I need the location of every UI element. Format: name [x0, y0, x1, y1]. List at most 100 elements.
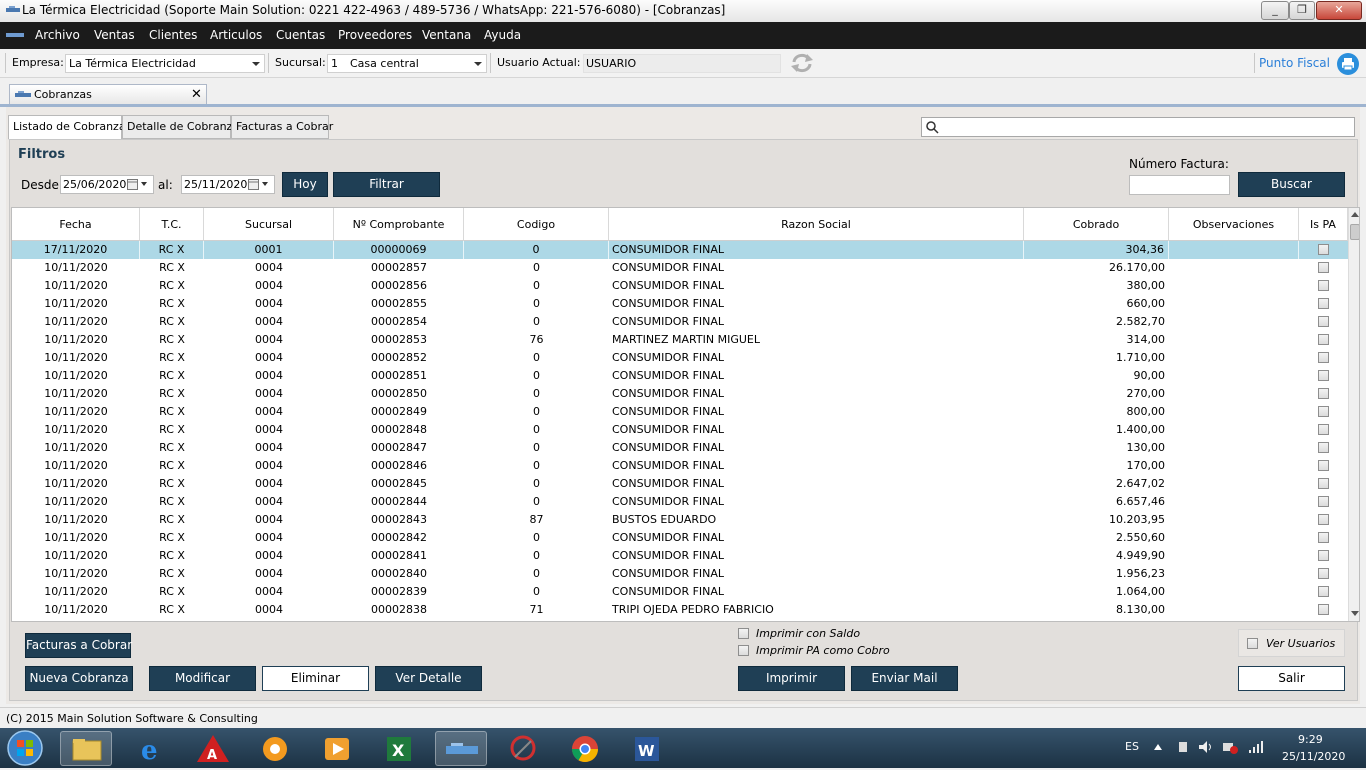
- column-header-tc[interactable]: T.C.: [140, 208, 204, 241]
- table-row[interactable]: 10/11/2020 RC X 0004 00002847 0 CONSUMIDOR FI…: [12, 439, 1349, 457]
- is-pa-checkbox[interactable]: [1318, 550, 1329, 561]
- column-header-cobrado[interactable]: Cobrado: [1024, 208, 1169, 241]
- menu-ventana[interactable]: Ventana: [422, 28, 471, 42]
- calendar-dropdown-icon[interactable]: [127, 179, 149, 190]
- is-pa-checkbox[interactable]: [1318, 496, 1329, 507]
- search-input[interactable]: [921, 117, 1355, 137]
- column-header-obs[interactable]: Observaciones: [1169, 208, 1299, 241]
- is-pa-checkbox[interactable]: [1318, 298, 1329, 309]
- enviar-mail-button[interactable]: Enviar Mail: [851, 666, 958, 691]
- table-row[interactable]: 10/11/2020 RC X 0004 00002839 0 CONSUMIDOR FI…: [12, 583, 1349, 601]
- filtrar-button[interactable]: Filtrar: [333, 172, 440, 197]
- column-header-razon[interactable]: Razon Social: [609, 208, 1024, 241]
- punto-fiscal-link[interactable]: Punto Fiscal: [1259, 56, 1330, 70]
- main-solution-app-icon[interactable]: [435, 731, 487, 766]
- table-scrollbar[interactable]: [1348, 208, 1359, 621]
- facturas-a-cobrar-button[interactable]: Facturas a Cobrar: [25, 633, 132, 658]
- snipping-tool-icon[interactable]: [497, 731, 549, 766]
- device-tray-icon[interactable]: [1176, 740, 1190, 754]
- table-row[interactable]: 10/11/2020 RC X 0004 00002846 0 CONSUMIDOR FI…: [12, 457, 1349, 475]
- table-row[interactable]: 10/11/2020 RC X 0004 00002840 0 CONSUMIDOR FI…: [12, 565, 1349, 583]
- is-pa-checkbox[interactable]: [1318, 262, 1329, 273]
- is-pa-checkbox[interactable]: [1318, 352, 1329, 363]
- is-pa-checkbox[interactable]: [1318, 406, 1329, 417]
- is-pa-checkbox[interactable]: [1318, 514, 1329, 525]
- buscar-button[interactable]: Buscar: [1238, 172, 1345, 197]
- table-row[interactable]: 10/11/2020 RC X 0004 00002843 87 BUSTOS EDUAR…: [12, 511, 1349, 529]
- minimize-button[interactable]: _: [1261, 1, 1289, 20]
- close-window-button[interactable]: ✕: [1316, 1, 1362, 20]
- signal-icon[interactable]: [1248, 740, 1264, 754]
- volume-icon[interactable]: [1198, 740, 1214, 754]
- tab-detalle-cobranza[interactable]: Detalle de Cobranza: [122, 115, 239, 139]
- clock-date[interactable]: 25/11/2020: [1282, 750, 1345, 763]
- table-row[interactable]: 10/11/2020 RC X 0004 00002848 0 CONSUMIDOR FI…: [12, 421, 1349, 439]
- is-pa-checkbox[interactable]: [1318, 370, 1329, 381]
- menu-ventas[interactable]: Ventas: [94, 28, 135, 42]
- internet-explorer-icon[interactable]: e: [125, 731, 177, 766]
- printer-icon[interactable]: [1337, 53, 1359, 75]
- empresa-select[interactable]: La Térmica Electricidad: [65, 54, 265, 73]
- al-date-field[interactable]: 25/11/2020: [181, 175, 275, 194]
- imprimir-saldo-checkbox[interactable]: [738, 628, 749, 639]
- refresh-icon[interactable]: [790, 53, 814, 73]
- table-row[interactable]: 10/11/2020 RC X 0004 00002857 0 CONSUMIDOR FI…: [12, 259, 1349, 277]
- file-explorer-icon[interactable]: [60, 731, 112, 766]
- table-row[interactable]: 10/11/2020 RC X 0004 00002856 0 CONSUMIDOR FI…: [12, 277, 1349, 295]
- imprimir-pa-checkbox[interactable]: [738, 645, 749, 656]
- is-pa-checkbox[interactable]: [1318, 388, 1329, 399]
- is-pa-checkbox[interactable]: [1318, 334, 1329, 345]
- tab-listado-cobranzas[interactable]: Listado de Cobranzas: [8, 115, 131, 140]
- tray-expand-icon[interactable]: [1154, 744, 1162, 750]
- numero-factura-input[interactable]: [1129, 175, 1230, 195]
- table-row[interactable]: 10/11/2020 RC X 0004 00002844 0 CONSUMIDOR FI…: [12, 493, 1349, 511]
- chrome-icon[interactable]: [559, 731, 611, 766]
- table-row[interactable]: 10/11/2020 RC X 0004 00002849 0 CONSUMIDOR FI…: [12, 403, 1349, 421]
- scroll-thumb[interactable]: [1350, 224, 1359, 240]
- is-pa-checkbox[interactable]: [1318, 244, 1329, 255]
- table-row[interactable]: 10/11/2020 RC X 0004 00002855 0 CONSUMIDOR FI…: [12, 295, 1349, 313]
- is-pa-checkbox[interactable]: [1318, 424, 1329, 435]
- imprimir-button[interactable]: Imprimir: [738, 666, 845, 691]
- is-pa-checkbox[interactable]: [1318, 460, 1329, 471]
- media-player-icon[interactable]: [311, 731, 363, 766]
- hoy-button[interactable]: Hoy: [282, 172, 328, 197]
- ver-detalle-button[interactable]: Ver Detalle: [375, 666, 482, 691]
- is-pa-checkbox[interactable]: [1318, 568, 1329, 579]
- is-pa-checkbox[interactable]: [1318, 586, 1329, 597]
- desde-date-field[interactable]: 25/06/2020: [60, 175, 154, 194]
- table-row[interactable]: 10/11/2020 RC X 0004 00002838 71 TRIPI OJEDA …: [12, 601, 1349, 619]
- menu-proveedores[interactable]: Proveedores: [338, 28, 412, 42]
- is-pa-checkbox[interactable]: [1318, 280, 1329, 291]
- modificar-button[interactable]: Modificar: [149, 666, 256, 691]
- restore-button[interactable]: ❐: [1289, 1, 1315, 20]
- menu-cuentas[interactable]: Cuentas: [276, 28, 325, 42]
- menu-clientes[interactable]: Clientes: [149, 28, 197, 42]
- column-header-sucursal[interactable]: Sucursal: [204, 208, 334, 241]
- eliminar-button[interactable]: Eliminar: [262, 666, 369, 691]
- scroll-up-icon[interactable]: [1351, 212, 1359, 217]
- is-pa-checkbox[interactable]: [1318, 532, 1329, 543]
- table-row[interactable]: 10/11/2020 RC X 0004 00002851 0 CONSUMIDOR FI…: [12, 367, 1349, 385]
- calendar-dropdown-icon[interactable]: [248, 179, 270, 190]
- table-row[interactable]: 10/11/2020 RC X 0004 00002845 0 CONSUMIDOR FI…: [12, 475, 1349, 493]
- column-header-comprobante[interactable]: Nº Comprobante: [334, 208, 464, 241]
- table-row[interactable]: 10/11/2020 RC X 0004 00002852 0 CONSUMIDOR FI…: [12, 349, 1349, 367]
- tab-facturas-a-cobrar[interactable]: Facturas a Cobrar: [231, 115, 333, 139]
- menu-articulos[interactable]: Articulos: [210, 28, 262, 42]
- start-orb-icon[interactable]: [4, 729, 46, 767]
- autocad-icon[interactable]: A: [187, 731, 239, 766]
- column-header-codigo[interactable]: Codigo: [464, 208, 609, 241]
- table-row[interactable]: 10/11/2020 RC X 0004 00002842 0 CONSUMIDOR FI…: [12, 529, 1349, 547]
- menu-ayuda[interactable]: Ayuda: [484, 28, 521, 42]
- is-pa-checkbox[interactable]: [1318, 316, 1329, 327]
- table-row[interactable]: 10/11/2020 RC X 0004 00002841 0 CONSUMIDOR FI…: [12, 547, 1349, 565]
- scroll-down-icon[interactable]: [1351, 611, 1359, 616]
- column-header-ispa[interactable]: Is PA: [1299, 208, 1348, 241]
- table-row[interactable]: 17/11/2020 RC X 0001 00000069 0 CONSUMIDOR FI…: [12, 241, 1349, 259]
- close-tab-icon[interactable]: ✕: [191, 87, 202, 102]
- is-pa-checkbox[interactable]: [1318, 604, 1329, 615]
- sucursal-select[interactable]: 1 Casa central: [327, 54, 487, 73]
- nueva-cobranza-button[interactable]: Nueva Cobranza: [25, 666, 133, 691]
- language-indicator[interactable]: ES: [1125, 740, 1139, 753]
